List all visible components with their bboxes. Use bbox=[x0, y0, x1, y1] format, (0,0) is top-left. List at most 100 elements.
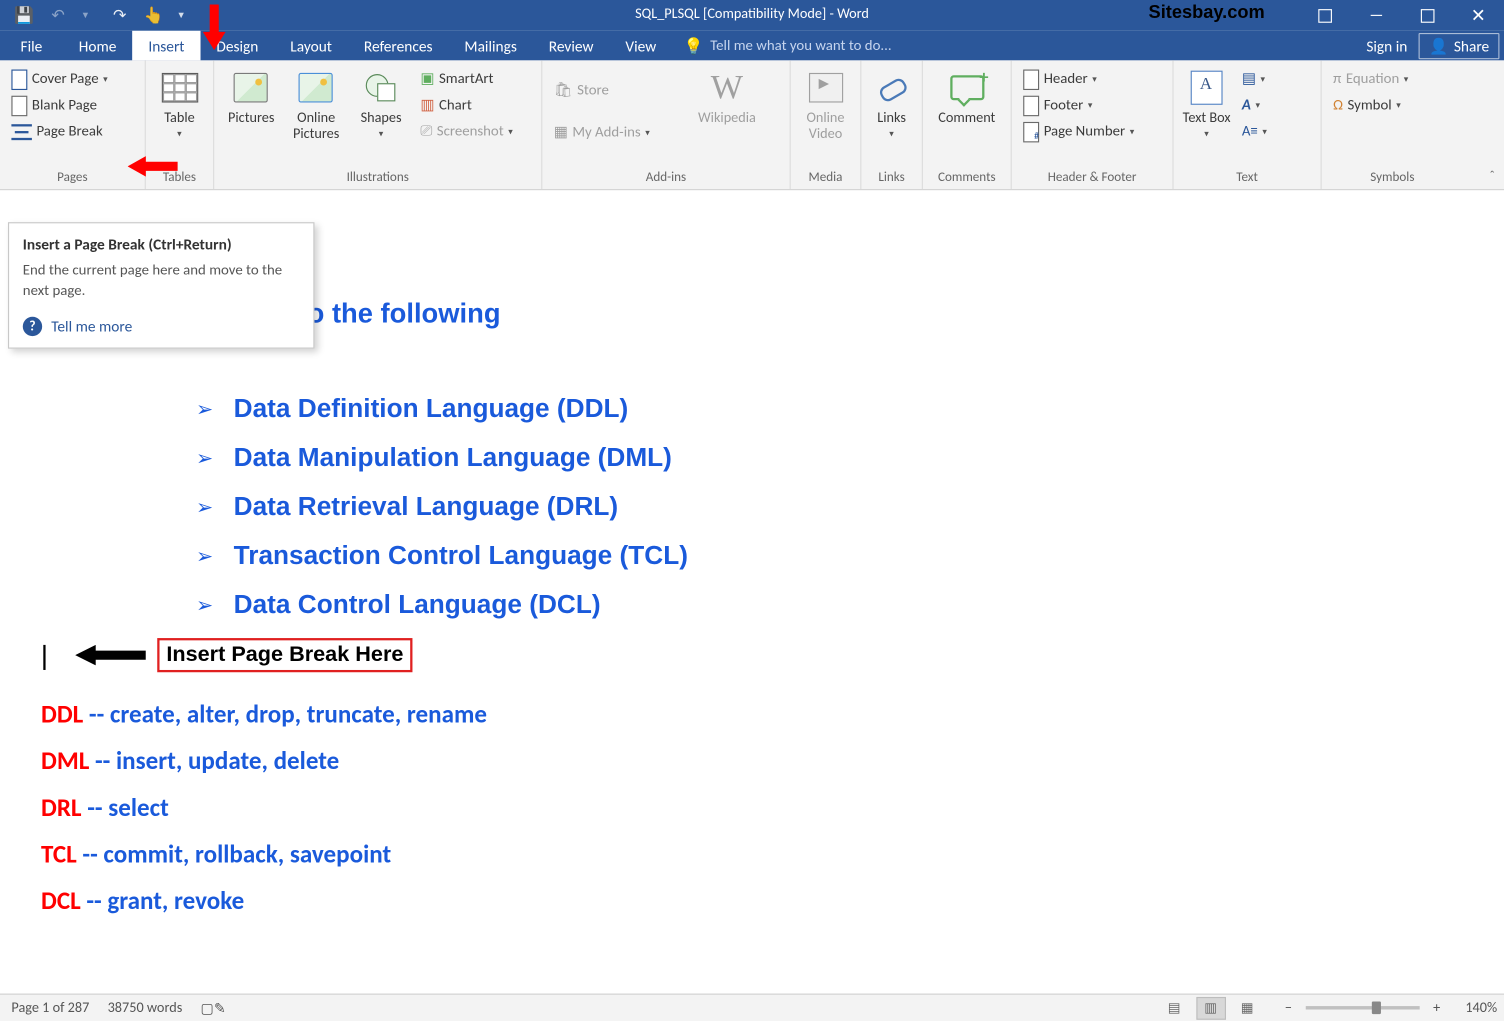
group-text-label: Text bbox=[1180, 167, 1313, 189]
qat-customize-icon[interactable]: ▼ bbox=[164, 0, 198, 31]
comment-button[interactable]: Comment bbox=[930, 66, 1004, 127]
chart-button[interactable]: ▥Chart bbox=[416, 92, 535, 118]
list-item: DRL -- select bbox=[41, 792, 487, 823]
proofing-icon[interactable]: ▢✎ bbox=[200, 999, 225, 1017]
group-symbols-label: Symbols bbox=[1329, 167, 1457, 189]
text-box-button[interactable]: Text Box▾ bbox=[1180, 66, 1232, 141]
tab-mailings[interactable]: Mailings bbox=[448, 31, 532, 61]
wikipedia-button[interactable]: WWikipedia bbox=[688, 66, 765, 127]
tab-file[interactable]: File bbox=[0, 31, 63, 61]
smartart-button[interactable]: ▣SmartArt bbox=[416, 66, 535, 92]
lightbulb-icon: 💡 bbox=[684, 36, 704, 55]
blank-page-icon bbox=[11, 95, 27, 116]
print-layout-icon[interactable]: ▥ bbox=[1196, 996, 1226, 1019]
list-item: ➢Transaction Control Language (TCL) bbox=[196, 540, 688, 571]
wordart-icon: A bbox=[1242, 97, 1251, 114]
list-item: TCL -- commit, rollback, savepoint bbox=[41, 839, 487, 870]
status-words[interactable]: 38750 words bbox=[108, 999, 183, 1016]
tab-view[interactable]: View bbox=[609, 31, 672, 61]
header-button[interactable]: Header▾ bbox=[1019, 66, 1166, 92]
help-icon: ? bbox=[23, 317, 42, 336]
sign-in-link[interactable]: Sign in bbox=[1366, 36, 1407, 55]
zoom-level[interactable]: 140% bbox=[1465, 999, 1497, 1016]
online-pictures-button[interactable]: Online Pictures bbox=[286, 66, 346, 143]
tab-insert[interactable]: Insert bbox=[132, 31, 200, 61]
bullet-icon: ➢ bbox=[196, 396, 213, 421]
web-layout-icon[interactable]: ▦ bbox=[1232, 996, 1262, 1019]
minimize-icon[interactable] bbox=[1350, 0, 1401, 31]
bullet-icon: ➢ bbox=[196, 494, 213, 519]
list-item: DML -- insert, update, delete bbox=[41, 745, 487, 776]
pictures-button[interactable]: Pictures bbox=[221, 66, 281, 127]
close-icon[interactable]: ✕ bbox=[1453, 0, 1504, 31]
list-item: DCL -- grant, revoke bbox=[41, 885, 487, 916]
bullet-icon: ➢ bbox=[196, 592, 213, 617]
online-video-button[interactable]: Online Video bbox=[798, 66, 854, 143]
read-mode-icon[interactable]: ▤ bbox=[1159, 996, 1189, 1019]
smartart-icon: ▣ bbox=[420, 71, 434, 88]
my-addins-button[interactable]: ▦My Add-ins▾ bbox=[549, 120, 683, 146]
cover-page-icon bbox=[11, 69, 27, 90]
maximize-icon[interactable] bbox=[1401, 0, 1452, 31]
status-page[interactable]: Page 1 of 287 bbox=[11, 999, 89, 1016]
table-button[interactable]: Table▾ bbox=[153, 66, 207, 141]
store-button[interactable]: 🛍Store bbox=[549, 77, 683, 103]
zoom-out-icon[interactable]: − bbox=[1285, 999, 1292, 1016]
bullet-icon: ➢ bbox=[196, 445, 213, 470]
pictures-icon bbox=[232, 68, 271, 107]
group-illustrations-label: Illustrations bbox=[221, 167, 534, 189]
doc-heading-fragment: o the following bbox=[308, 299, 501, 331]
share-icon: 👤 bbox=[1429, 36, 1448, 55]
addins-icon: ▦ bbox=[554, 124, 568, 141]
wordart-button[interactable]: A▾ bbox=[1237, 92, 1313, 118]
equation-button[interactable]: πEquation▾ bbox=[1329, 66, 1457, 92]
share-button[interactable]: 👤 Share bbox=[1419, 32, 1500, 58]
zoom-slider[interactable] bbox=[1306, 1006, 1420, 1009]
drop-cap-button[interactable]: A≡▾ bbox=[1237, 118, 1313, 144]
wikipedia-icon: W bbox=[708, 68, 747, 107]
page-break-button[interactable]: Page Break bbox=[7, 118, 138, 144]
group-comments: Comment Comments bbox=[923, 60, 1012, 189]
redo-icon[interactable]: ↷ bbox=[103, 0, 137, 31]
list-item: ➢Data Retrieval Language (DRL) bbox=[196, 491, 688, 522]
shapes-button[interactable]: Shapes▾ bbox=[351, 66, 411, 141]
tab-references[interactable]: References bbox=[348, 31, 449, 61]
group-media: Online Video Media bbox=[791, 60, 862, 189]
tab-layout[interactable]: Layout bbox=[274, 31, 348, 61]
cover-page-button[interactable]: Cover Page▾ bbox=[7, 66, 138, 92]
annotation-red-arrow-down bbox=[203, 5, 226, 51]
group-comments-label: Comments bbox=[930, 167, 1004, 189]
group-text: Text Box▾ ▤▾ A▾ A≡▾ Text bbox=[1174, 60, 1322, 189]
quick-parts-icon: ▤ bbox=[1242, 71, 1256, 88]
page-number-button[interactable]: #Page Number▾ bbox=[1019, 118, 1166, 144]
doc-definition-lines: DDL -- create, alter, drop, truncate, re… bbox=[41, 698, 487, 932]
screenshot-button[interactable]: ⎚Screenshot▾ bbox=[416, 118, 535, 144]
footer-button[interactable]: Footer▾ bbox=[1019, 92, 1166, 118]
tooltip-tell-me-more[interactable]: ? Tell me more bbox=[23, 317, 300, 336]
window-controls: ✕ bbox=[1299, 0, 1504, 31]
links-button[interactable]: Links▾ bbox=[868, 66, 915, 141]
list-item: ➢Data Manipulation Language (DML) bbox=[196, 442, 688, 473]
save-icon[interactable]: 💾 bbox=[7, 0, 41, 31]
ribbon-display-options-icon[interactable] bbox=[1299, 0, 1350, 31]
store-icon: 🛍 bbox=[554, 82, 573, 99]
group-pages-label: Pages bbox=[7, 167, 138, 189]
blank-page-button[interactable]: Blank Page bbox=[7, 92, 138, 118]
zoom-in-icon[interactable]: + bbox=[1433, 999, 1440, 1016]
symbol-button[interactable]: ΩSymbol▾ bbox=[1329, 92, 1457, 118]
ribbon: Cover Page▾ Blank Page Page Break Pages … bbox=[0, 60, 1504, 190]
drop-cap-icon: A≡ bbox=[1242, 123, 1258, 140]
tab-home[interactable]: Home bbox=[63, 31, 133, 61]
tell-me-search[interactable]: 💡 Tell me what you want to do... bbox=[684, 31, 892, 61]
shapes-icon bbox=[362, 68, 401, 107]
group-illustrations: Pictures Online Pictures Shapes▾ ▣SmartA… bbox=[214, 60, 542, 189]
tab-review[interactable]: Review bbox=[533, 31, 610, 61]
page-number-icon: # bbox=[1023, 121, 1039, 142]
group-links-label: Links bbox=[868, 167, 915, 189]
comment-icon bbox=[947, 68, 986, 107]
quick-parts-button[interactable]: ▤▾ bbox=[1237, 66, 1313, 92]
collapse-ribbon-icon[interactable]: ˆ bbox=[1489, 169, 1494, 185]
undo-dropdown-icon[interactable]: ▼ bbox=[68, 0, 102, 31]
page-break-tooltip: Insert a Page Break (Ctrl+Return) End th… bbox=[8, 222, 314, 349]
group-links: Links▾ Links bbox=[861, 60, 923, 189]
